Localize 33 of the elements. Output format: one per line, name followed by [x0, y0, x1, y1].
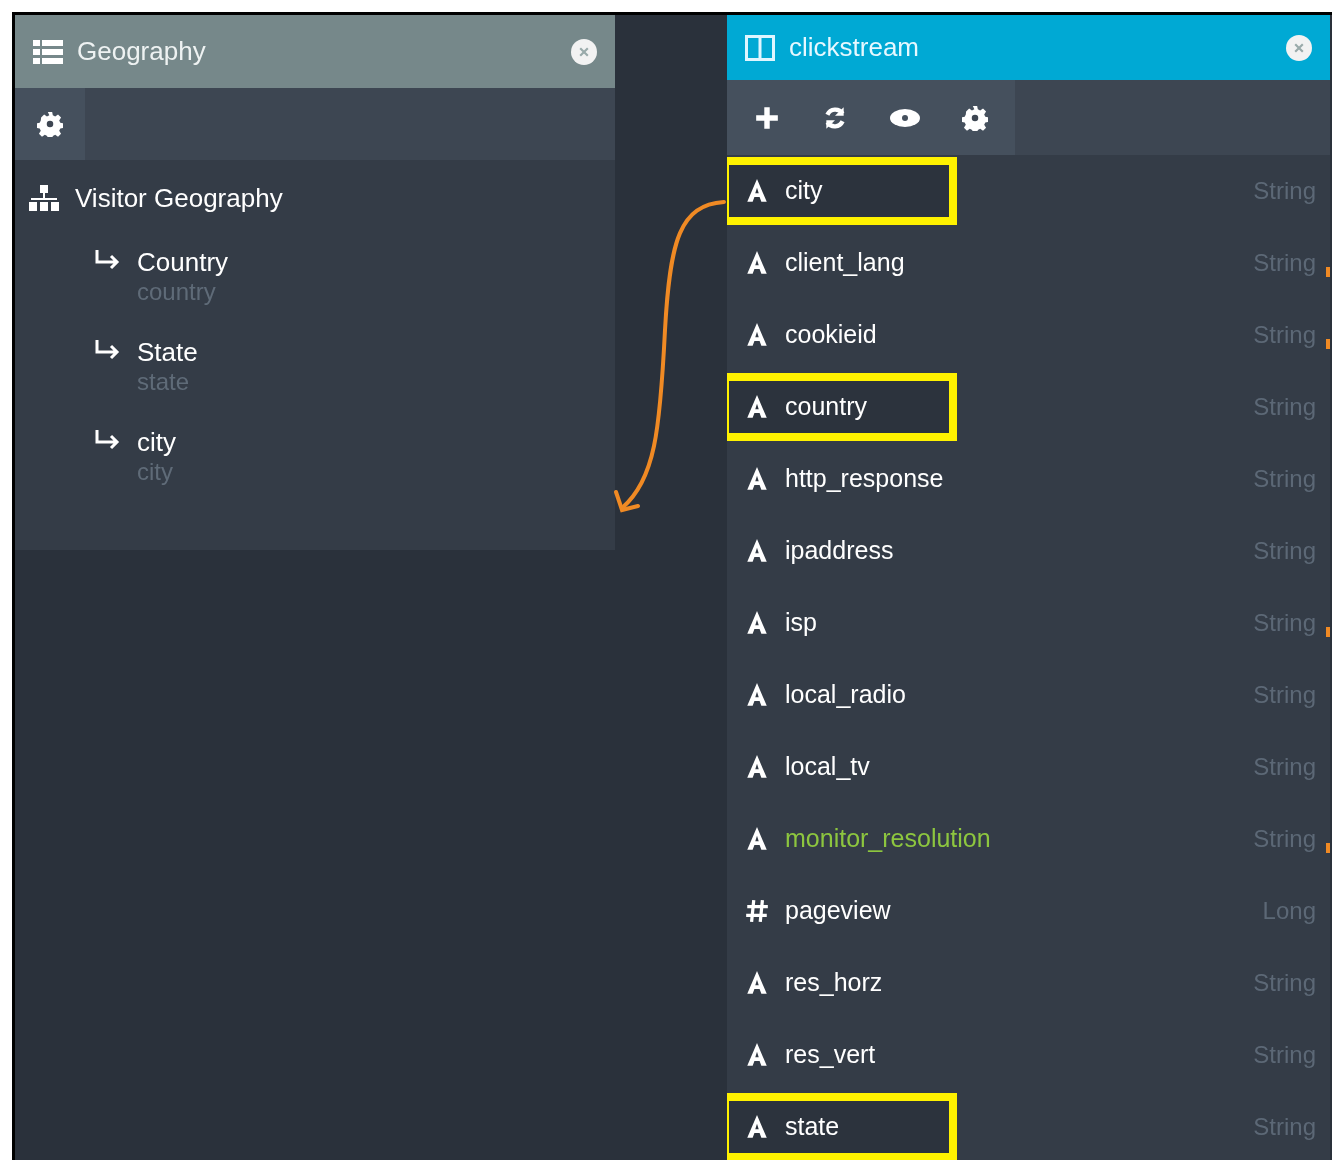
hash-icon — [743, 898, 771, 924]
field-name[interactable]: http_response — [785, 460, 944, 498]
field-name[interactable]: city — [785, 172, 823, 210]
hierarchy-name: Visitor Geography — [75, 181, 283, 215]
field-name[interactable]: local_radio — [785, 676, 906, 714]
panel-title: Geography — [77, 35, 207, 68]
settings-button[interactable] — [15, 88, 85, 160]
child-arrow-icon — [95, 430, 121, 450]
field-name[interactable]: monitor_resolution — [785, 820, 991, 858]
settings-icon — [37, 111, 63, 137]
panel-title: clickstream — [789, 31, 920, 64]
field-name[interactable]: res_horz — [785, 964, 883, 1002]
close-icon[interactable] — [571, 38, 597, 65]
level-label: Country — [137, 246, 229, 278]
table-icon — [33, 39, 63, 64]
field-name[interactable]: country — [785, 388, 867, 426]
child-arrow-icon — [95, 250, 121, 270]
field-name[interactable]: cookieid — [785, 316, 877, 354]
field-name[interactable]: state — [785, 1108, 840, 1146]
field-name[interactable]: local_tv — [785, 748, 870, 786]
field-name[interactable]: ipaddress — [785, 532, 894, 570]
eye-icon — [890, 106, 920, 129]
field-name[interactable]: pageview — [785, 892, 891, 930]
columns-icon — [745, 34, 775, 61]
field-name[interactable]: res_vert — [785, 1036, 876, 1074]
level-label: city — [137, 426, 176, 458]
field-name[interactable]: client_lang — [785, 244, 905, 282]
hierarchy-icon — [29, 185, 59, 211]
child-arrow-icon — [95, 340, 121, 360]
plus-icon — [754, 104, 780, 131]
settings-icon — [962, 104, 988, 131]
level-label: State — [137, 336, 198, 368]
field-name[interactable]: isp — [785, 604, 817, 642]
